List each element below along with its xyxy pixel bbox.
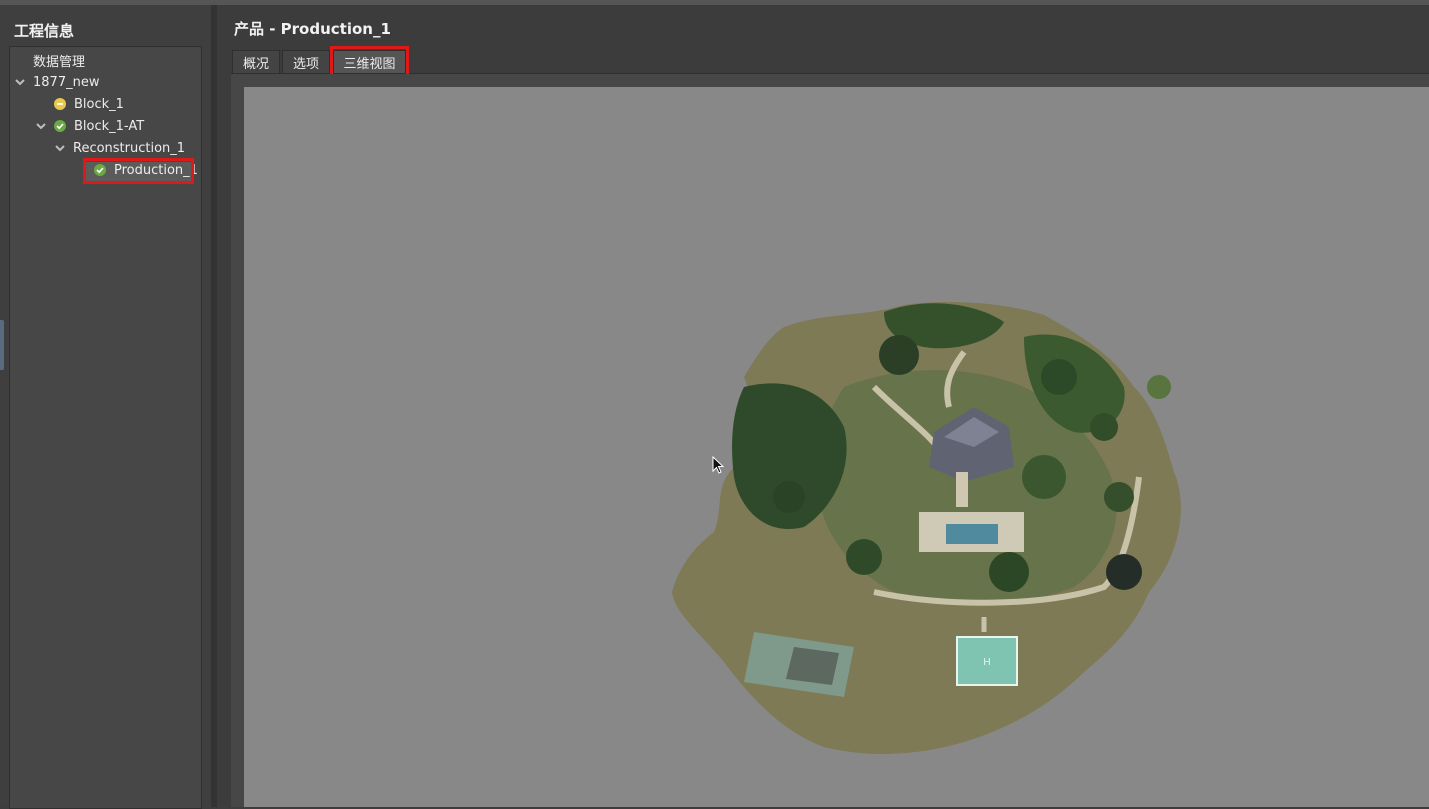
tree-item-block-at[interactable]: Block_1-AT — [35, 115, 144, 137]
page-title: 产品 - Production_1 — [234, 20, 391, 38]
3d-viewport[interactable]: H — [244, 87, 1429, 807]
pending-status-icon — [54, 98, 66, 110]
tree-item-reconstruction[interactable]: Reconstruction_1 — [54, 137, 185, 159]
tree-item-data-management[interactable]: 数据管理 — [33, 49, 85, 71]
tree-item-label: Reconstruction_1 — [73, 140, 186, 156]
tree-item-label: Block_1-AT — [74, 118, 145, 134]
chevron-down-icon[interactable] — [14, 76, 26, 88]
tree-item-label: 1877_new — [33, 74, 100, 90]
highlight-box-tree — [83, 158, 194, 184]
collapse-handle[interactable] — [0, 320, 4, 370]
tree-item-label: Block_1 — [74, 96, 124, 112]
tree-item-label: 数据管理 — [33, 54, 86, 70]
tree-item-block[interactable]: Block_1 — [54, 93, 124, 115]
3d-model[interactable]: H — [244, 87, 1429, 807]
tree-item-project[interactable]: 1877_new — [14, 71, 99, 93]
mouse-cursor-icon — [712, 456, 724, 474]
done-status-icon — [54, 120, 66, 132]
svg-text:H: H — [983, 657, 990, 668]
chevron-down-icon[interactable] — [54, 142, 66, 154]
tab-options[interactable]: 选项 — [282, 50, 330, 74]
panel-title: 工程信息 — [14, 22, 75, 40]
chevron-down-icon[interactable] — [35, 120, 47, 132]
tab-overview[interactable]: 概况 — [232, 50, 280, 74]
